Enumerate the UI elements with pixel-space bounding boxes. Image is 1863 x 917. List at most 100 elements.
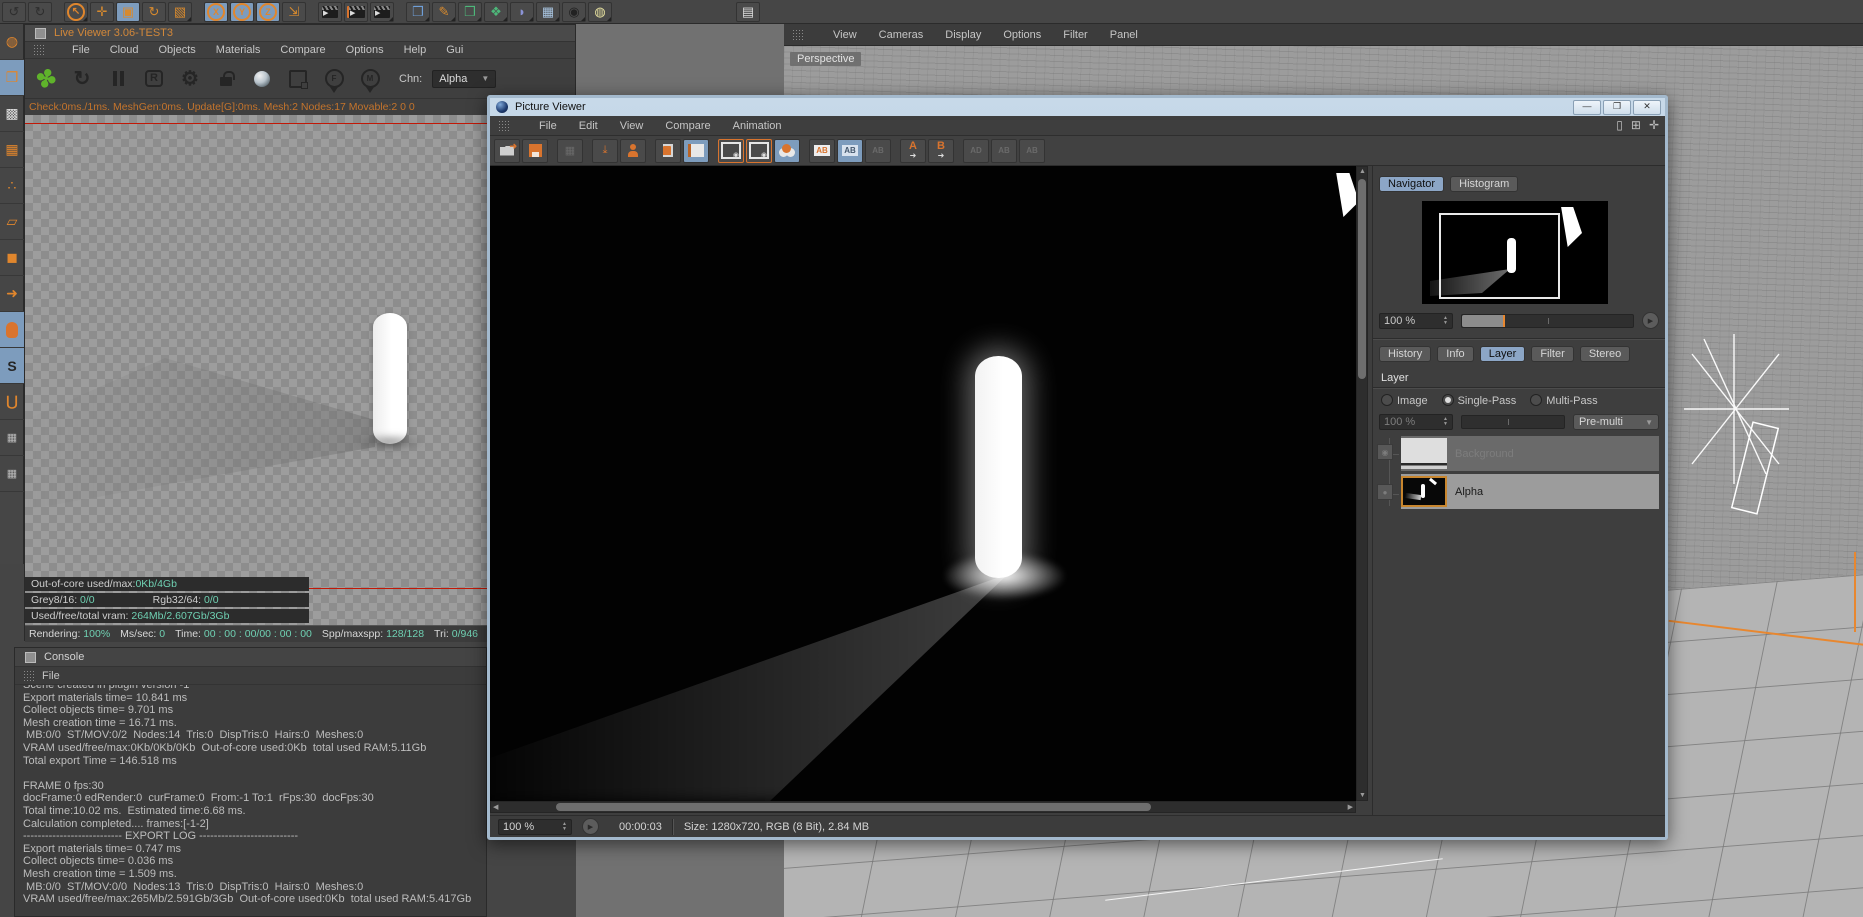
lv-menu-options[interactable]: Options bbox=[346, 44, 384, 56]
console-menu-file[interactable]: File bbox=[42, 670, 60, 682]
axis-z-lock-icon[interactable]: Z bbox=[256, 1, 280, 22]
lv-menu-compare[interactable]: Compare bbox=[280, 44, 325, 56]
lv-menu-cloud[interactable]: Cloud bbox=[110, 44, 139, 56]
viewport-menu-display[interactable]: Display bbox=[945, 29, 981, 41]
undo-icon[interactable]: ↺ bbox=[2, 1, 26, 22]
stepper-icon[interactable]: ▲ ▼ bbox=[1443, 315, 1448, 326]
viewport-menu-cameras[interactable]: Cameras bbox=[879, 29, 924, 41]
save-file-icon[interactable] bbox=[522, 138, 548, 163]
pan-view-icon[interactable]: ✛ bbox=[1649, 118, 1659, 132]
viewport-menu-options[interactable]: Options bbox=[1003, 29, 1041, 41]
magnet-icon[interactable]: ⋃ bbox=[0, 384, 24, 420]
octane-logo-icon[interactable]: ✤ bbox=[28, 60, 65, 97]
version-history-icon[interactable]: ▦ bbox=[557, 138, 583, 163]
scroll-down-icon[interactable]: ▼ bbox=[1359, 792, 1366, 799]
lv-menu-file[interactable]: File bbox=[72, 44, 90, 56]
pv-menu-edit[interactable]: Edit bbox=[579, 120, 598, 132]
tab-history[interactable]: History bbox=[1379, 346, 1432, 362]
navigator-view-rectangle[interactable] bbox=[1439, 213, 1560, 299]
last-tool-icon[interactable]: ▧ bbox=[168, 1, 192, 22]
viewport-camera-label[interactable]: Perspective bbox=[790, 52, 862, 66]
deformers-icon[interactable]: ◗ bbox=[510, 1, 534, 22]
generators-icon[interactable]: ❒ bbox=[458, 1, 482, 22]
layout-single-icon[interactable]: ▯ bbox=[1616, 118, 1623, 132]
tab-layer[interactable]: Layer bbox=[1479, 346, 1526, 362]
user-download-icon[interactable] bbox=[620, 138, 646, 163]
layout-split-icon[interactable]: ⊞ bbox=[1631, 118, 1641, 132]
background-visibility-toggle[interactable]: ◉ bbox=[1377, 444, 1393, 460]
coordinate-system-icon[interactable]: ⇲ bbox=[282, 1, 306, 22]
layer-row-alpha[interactable]: Alpha bbox=[1401, 474, 1659, 509]
blend-mode-dropdown[interactable]: Pre-multi ▼ bbox=[1573, 414, 1659, 430]
viewport-menu-view[interactable]: View bbox=[833, 29, 857, 41]
picture-region-icon[interactable] bbox=[283, 64, 313, 94]
live-viewer-titlebar[interactable]: Live Viewer 3.06-TEST3 bbox=[25, 25, 575, 42]
material-pick-icon[interactable]: M bbox=[355, 64, 385, 94]
tab-navigator[interactable]: Navigator bbox=[1379, 176, 1445, 192]
enable-axis-icon[interactable]: ➜ bbox=[0, 276, 24, 312]
edge-mode-icon[interactable]: ▱ bbox=[0, 204, 24, 240]
picture-viewer-canvas[interactable] bbox=[490, 166, 1356, 801]
alpha-visibility-toggle[interactable]: ● bbox=[1377, 484, 1393, 500]
texture-mode-icon[interactable]: ▩ bbox=[0, 96, 24, 132]
settings-gear-icon[interactable]: ⚙ bbox=[175, 64, 205, 94]
scroll-left-icon[interactable]: ◀ bbox=[493, 803, 498, 811]
environment-icon[interactable]: ▦ bbox=[536, 1, 560, 22]
radio-image[interactable]: Image bbox=[1381, 394, 1428, 407]
picture-viewer-titlebar[interactable]: Picture Viewer — ❐ ✕ bbox=[490, 98, 1665, 116]
axis-x-lock-icon[interactable]: X bbox=[204, 1, 228, 22]
lv-menu-gui[interactable]: Gui bbox=[446, 44, 463, 56]
scale-tool-icon[interactable]: ▣ bbox=[116, 1, 140, 22]
render-picture-viewer-icon[interactable]: ▶ bbox=[344, 1, 368, 22]
compare-ab-disabled-icon[interactable]: AB bbox=[865, 138, 891, 163]
open-file-icon[interactable]: ➜ bbox=[494, 138, 520, 163]
delete-image-icon[interactable] bbox=[655, 138, 681, 163]
pv-menu-animation[interactable]: Animation bbox=[733, 120, 782, 132]
navigator-zoom-slider[interactable] bbox=[1461, 313, 1634, 328]
vertical-scrollbar[interactable]: ▲ ▼ bbox=[1356, 166, 1368, 801]
layer-opacity-input[interactable]: 100 % ▲ ▼ bbox=[1379, 414, 1453, 430]
menubar-grip[interactable] bbox=[792, 28, 803, 41]
pv-menu-compare[interactable]: Compare bbox=[665, 120, 710, 132]
radio-multi-pass[interactable]: Multi-Pass bbox=[1530, 394, 1598, 407]
camera-icon[interactable]: ◉ bbox=[562, 1, 586, 22]
horizontal-scroll-thumb[interactable] bbox=[556, 803, 1151, 811]
menubar-grip[interactable] bbox=[498, 119, 509, 132]
menubar-grip[interactable] bbox=[33, 44, 44, 56]
image-stack-icon[interactable] bbox=[683, 138, 709, 163]
render-settings-icon[interactable]: ▶ bbox=[370, 1, 394, 22]
console-titlebar[interactable]: Console bbox=[15, 648, 486, 667]
redo-icon[interactable]: ↻ bbox=[28, 1, 52, 22]
tab-stereo[interactable]: Stereo bbox=[1579, 346, 1631, 362]
rotate-tool-icon[interactable]: ↻ bbox=[142, 1, 166, 22]
navigator-zoom-input[interactable]: 100 % ▲ ▼ bbox=[1379, 312, 1453, 329]
workplane-icon[interactable]: ▦ bbox=[0, 456, 24, 492]
lv-menu-objects[interactable]: Objects bbox=[158, 44, 195, 56]
viewport-menu-filter[interactable]: Filter bbox=[1063, 29, 1087, 41]
scroll-up-icon[interactable]: ▲ bbox=[1359, 168, 1366, 175]
layer-opacity-slider[interactable] bbox=[1461, 415, 1565, 429]
close-button[interactable]: ✕ bbox=[1633, 99, 1661, 115]
compare-ab-eye-icon[interactable]: AB bbox=[837, 138, 863, 163]
stepper-icon[interactable]: ▲ ▼ bbox=[1443, 417, 1448, 427]
make-editable-icon[interactable]: ◍ bbox=[0, 24, 24, 60]
restart-render-icon[interactable]: ↻ bbox=[67, 64, 97, 94]
set-image-b-icon[interactable]: B ➜ bbox=[928, 138, 954, 163]
viewport-menu-panel[interactable]: Panel bbox=[1110, 29, 1138, 41]
lock-resolution-icon[interactable] bbox=[211, 64, 241, 94]
stepper-icon[interactable]: ▲ ▼ bbox=[562, 821, 567, 832]
scroll-right-icon[interactable]: ▶ bbox=[1348, 803, 1353, 811]
show-image-b-icon[interactable] bbox=[746, 138, 772, 163]
material-ball-icon[interactable] bbox=[247, 64, 277, 94]
move-tool-icon[interactable]: ✛ bbox=[90, 1, 114, 22]
model-mode-icon[interactable]: ❒ bbox=[0, 60, 24, 96]
polygon-mode-icon[interactable]: ◼ bbox=[0, 240, 24, 276]
channels-eye-icon[interactable] bbox=[774, 138, 800, 163]
minimize-button[interactable]: — bbox=[1573, 99, 1601, 115]
viewport-snap-icon[interactable] bbox=[0, 312, 24, 348]
menubar-grip[interactable] bbox=[23, 669, 34, 682]
live-selection-icon[interactable]: ↖ bbox=[64, 1, 88, 22]
play-button[interactable]: ▶ bbox=[582, 818, 599, 835]
compare-sequence-icon[interactable]: AB bbox=[1019, 138, 1045, 163]
pause-render-icon[interactable] bbox=[103, 64, 133, 94]
